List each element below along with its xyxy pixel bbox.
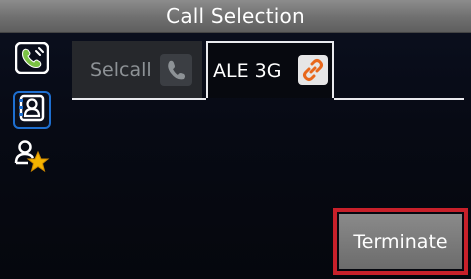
call-selection-screen: Call Selection Selcall ALE 3G Terminate (0, 0, 471, 279)
tab-ale-3g[interactable]: ALE 3G (206, 41, 334, 98)
phone-handset-icon (160, 54, 192, 86)
tab-ale-3g-label: ALE 3G (213, 59, 282, 82)
sidebar-item-call-selection[interactable] (10, 41, 54, 78)
call-selection-icon (14, 41, 50, 78)
sidebar (0, 33, 62, 193)
tab-selcall-label: Selcall (90, 58, 152, 81)
contact-icon (19, 94, 45, 126)
page-title: Call Selection (0, 0, 471, 33)
tab-selcall[interactable]: Selcall (72, 41, 202, 98)
link-icon (298, 55, 328, 85)
tab-divider-line (72, 98, 206, 100)
sidebar-item-contacts[interactable] (13, 91, 51, 129)
terminate-button[interactable]: Terminate (339, 214, 462, 269)
tab-divider-line (334, 98, 464, 100)
call-type-tabs: Selcall ALE 3G (72, 41, 464, 99)
sidebar-item-favorites[interactable] (10, 139, 54, 177)
favorite-contact-icon (14, 139, 50, 177)
